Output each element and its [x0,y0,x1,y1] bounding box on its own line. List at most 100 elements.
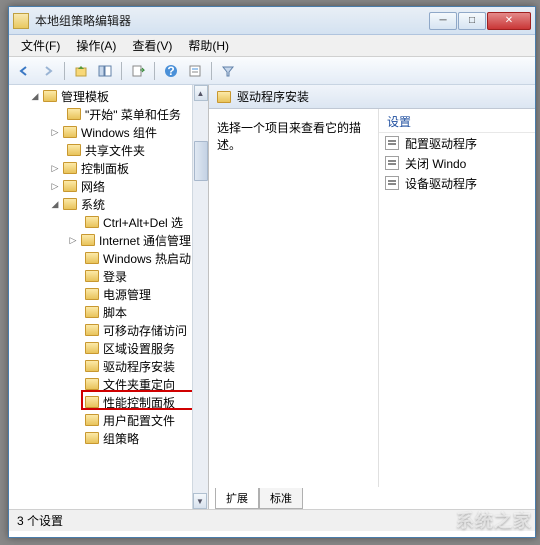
tree-label: 可移动存储访问 [103,322,187,339]
tree-label: 系统 [81,196,105,213]
tree-node[interactable]: 区域设置服务 [9,339,208,357]
maximize-button[interactable]: □ [458,12,486,30]
menubar: 文件(F) 操作(A) 查看(V) 帮助(H) [9,35,535,57]
description-text: 选择一个项目来查看它的描述。 [217,119,370,153]
gpedit-window: 本地组策略编辑器 ─ □ ✕ 文件(F) 操作(A) 查看(V) 帮助(H) ? [8,6,536,538]
setting-item[interactable]: 设备驱动程序 [379,173,535,193]
folder-icon [85,432,99,444]
collapse-icon[interactable]: ◢ [29,90,41,102]
tree-node[interactable]: 脚本 [9,303,208,321]
menu-file[interactable]: 文件(F) [13,35,68,56]
expand-icon[interactable]: ▷ [49,162,61,174]
status-text: 3 个设置 [17,512,63,529]
scroll-down-icon[interactable]: ▼ [193,493,207,509]
folder-icon [63,162,77,174]
settings-header[interactable]: 设置 [379,109,535,133]
toolbar-separator [64,62,65,80]
tab-extended[interactable]: 扩展 [215,488,259,509]
menu-help[interactable]: 帮助(H) [180,35,237,56]
tree-scrollbar[interactable]: ▲ ▼ [192,85,208,509]
setting-item[interactable]: 配置驱动程序 [379,133,535,153]
tree-node[interactable]: ▷ 控制面板 [9,159,208,177]
menu-view[interactable]: 查看(V) [124,35,180,56]
details-title: 驱动程序安装 [237,88,309,105]
tree-node[interactable]: 组策略 [9,429,208,447]
tree-label: 驱动程序安装 [103,358,175,375]
tree-label: 脚本 [103,304,127,321]
filter-button[interactable] [217,60,239,82]
tree-node[interactable]: 文件夹重定向 [9,375,208,393]
menu-action[interactable]: 操作(A) [68,35,124,56]
scroll-up-icon[interactable]: ▲ [194,85,208,101]
tree-node[interactable]: Windows 热启动 [9,249,208,267]
tree-node[interactable]: ▷Windows 组件 [9,123,208,141]
tree-node[interactable]: 用户配置文件 [9,411,208,429]
tree-label: 管理模板 [61,88,109,105]
policy-icon [385,176,399,190]
tree-node[interactable]: 电源管理 [9,285,208,303]
forward-button[interactable] [37,60,59,82]
tree-node-system[interactable]: ◢ 系统 [9,195,208,213]
collapse-icon[interactable]: ◢ [49,198,61,210]
tree-label: 性能控制面板 [103,394,175,411]
export-list-button[interactable] [127,60,149,82]
folder-icon [85,342,99,354]
tree-node[interactable]: 共享文件夹 [9,141,208,159]
tree-node[interactable]: ▷ 网络 [9,177,208,195]
folder-icon [85,396,99,408]
folder-icon [85,324,99,336]
tree-scroll[interactable]: ◢ 管理模板 "开始" 菜单和任务 ▷Windows 组件 共享文件夹 ▷ 控制面… [9,85,208,509]
details-pane: 驱动程序安装 选择一个项目来查看它的描述。 设置 配置驱动程序 关闭 Windo… [209,85,535,509]
tree-node[interactable]: "开始" 菜单和任务 [9,105,208,123]
tree-label: Windows 热启动 [103,250,191,267]
window-title: 本地组策略编辑器 [35,12,428,29]
tree-node-driver-install[interactable]: 驱动程序安装 [9,357,208,375]
folder-icon [85,216,99,228]
minimize-button[interactable]: ─ [429,12,457,30]
folder-icon [85,414,99,426]
tree-label: 控制面板 [81,160,129,177]
tree-label: 组策略 [103,430,139,447]
statusbar: 3 个设置 [9,509,535,531]
toolbar-separator [154,62,155,80]
tree-pane: ◢ 管理模板 "开始" 菜单和任务 ▷Windows 组件 共享文件夹 ▷ 控制面… [9,85,209,509]
tree-node[interactable]: 可移动存储访问 [9,321,208,339]
detail-tabs: 扩展 标准 [209,487,535,509]
folder-icon [85,378,99,390]
tree-label: 文件夹重定向 [103,376,175,393]
tree-label: 电源管理 [103,286,151,303]
setting-label: 关闭 Windo [405,155,466,172]
tree-node-admin-templates[interactable]: ◢ 管理模板 [9,87,208,105]
tree-label: "开始" 菜单和任务 [85,106,181,123]
titlebar: 本地组策略编辑器 ─ □ ✕ [9,7,535,35]
scroll-thumb[interactable] [194,141,208,181]
description-column: 选择一个项目来查看它的描述。 [209,109,379,487]
expand-icon[interactable]: ▷ [67,234,79,246]
properties-button[interactable] [184,60,206,82]
close-button[interactable]: ✕ [487,12,531,30]
window-buttons: ─ □ ✕ [428,12,531,30]
tree-node[interactable]: Ctrl+Alt+Del 选 [9,213,208,231]
tree-node[interactable]: 性能控制面板 [9,393,208,411]
tree-label: 网络 [81,178,105,195]
policy-icon [385,136,399,150]
setting-item[interactable]: 关闭 Windo [379,153,535,173]
tree-node[interactable]: ▷Internet 通信管理 [9,231,208,249]
show-hide-tree-button[interactable] [94,60,116,82]
tree-label: Ctrl+Alt+Del 选 [103,214,183,231]
help-button[interactable]: ? [160,60,182,82]
folder-icon [67,144,81,156]
expand-icon[interactable]: ▷ [49,126,61,138]
folder-icon [85,288,99,300]
tab-standard[interactable]: 标准 [259,488,303,509]
back-button[interactable] [13,60,35,82]
expand-icon[interactable]: ▷ [49,180,61,192]
tree-node[interactable]: 登录 [9,267,208,285]
folder-icon [63,198,77,210]
folder-icon [85,270,99,282]
tree-label: 登录 [103,268,127,285]
content-area: ◢ 管理模板 "开始" 菜单和任务 ▷Windows 组件 共享文件夹 ▷ 控制面… [9,85,535,509]
up-button[interactable] [70,60,92,82]
folder-icon [63,126,77,138]
tree-label: 用户配置文件 [103,412,175,429]
